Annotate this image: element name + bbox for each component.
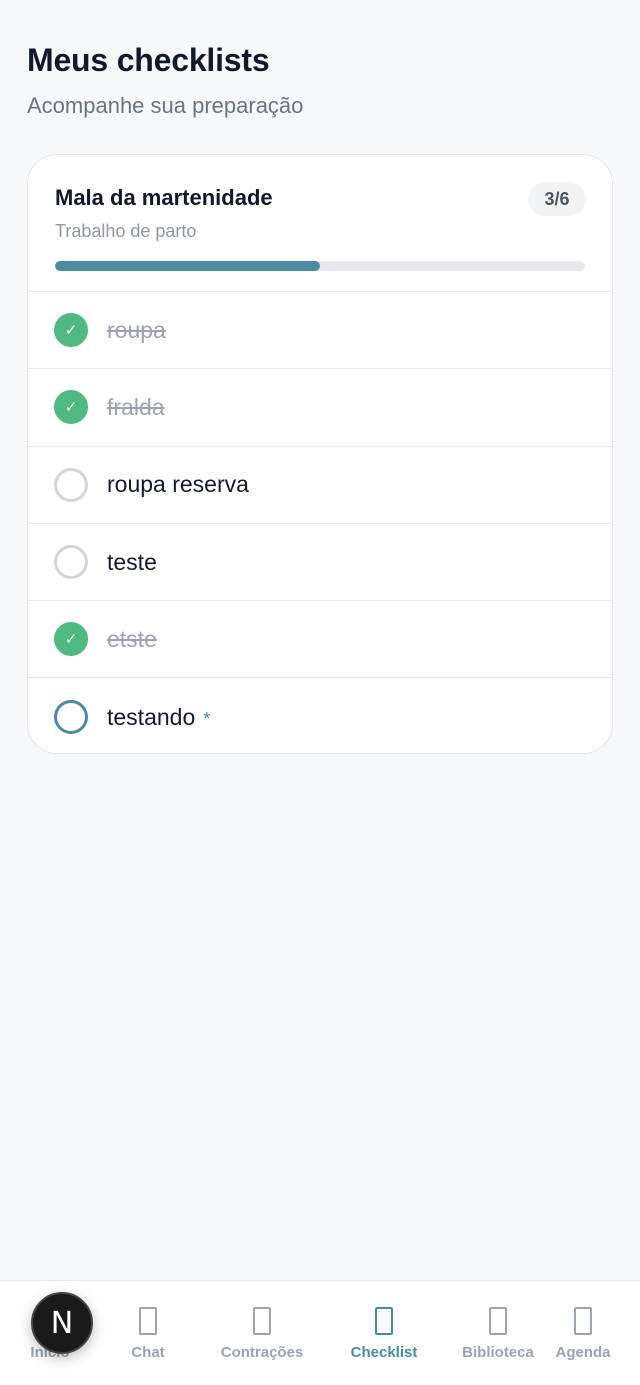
- checklist-item[interactable]: teste: [28, 524, 612, 602]
- checkbox[interactable]: ✓: [54, 390, 88, 425]
- checklist-item[interactable]: testando *: [28, 678, 612, 753]
- floating-action-button[interactable]: N: [31, 1292, 93, 1354]
- nav-item-chat[interactable]: Chat: [93, 1307, 203, 1361]
- checklist-item[interactable]: ✓ etste: [28, 601, 612, 679]
- checklist-card-header[interactable]: Mala da martenidade Trabalho de parto 3/…: [28, 155, 612, 292]
- checkbox[interactable]: ✓: [54, 313, 88, 348]
- page-title: Meus checklists: [27, 42, 270, 78]
- nav-item-agenda[interactable]: Agenda: [528, 1307, 638, 1361]
- checkbox[interactable]: [54, 467, 88, 502]
- nav-label: Agenda: [555, 1344, 611, 1361]
- checklist-title: Mala da martenidade: [55, 185, 273, 210]
- bottom-nav: Início Chat Contrações Checklist Bibliot…: [0, 1280, 640, 1385]
- nav-item-contracoes[interactable]: Contrações: [207, 1307, 317, 1361]
- nav-label: Checklist: [350, 1344, 418, 1361]
- checklist-item-label: fralda: [107, 393, 165, 420]
- checkbox[interactable]: ✓: [54, 622, 88, 657]
- chat-icon: [139, 1307, 157, 1335]
- book-icon: [489, 1307, 507, 1335]
- nav-label: Biblioteca: [462, 1344, 534, 1361]
- checklist-icon: [375, 1307, 393, 1335]
- nav-label: Contrações: [220, 1344, 304, 1361]
- checklist-item-label: etste: [107, 625, 157, 652]
- checklist-card: Mala da martenidade Trabalho de parto 3/…: [27, 154, 613, 754]
- progress-bar-fill: [55, 261, 320, 271]
- page-subtitle: Acompanhe sua preparação: [27, 93, 304, 118]
- checklist-item[interactable]: roupa reserva: [28, 447, 612, 524]
- checklist-item[interactable]: ✓ roupa: [28, 292, 612, 370]
- calendar-icon: [574, 1307, 592, 1335]
- checklist-item-label: roupa reserva: [107, 471, 249, 498]
- nav-label: Chat: [131, 1344, 165, 1361]
- progress-count-badge: 3/6: [528, 182, 586, 216]
- checklist-item-label: roupa: [107, 316, 166, 343]
- progress-bar: [55, 261, 585, 271]
- timer-icon: [253, 1307, 271, 1335]
- checklist-subtitle: Trabalho de parto: [55, 221, 197, 241]
- page-header: Meus checklists Acompanhe sua preparação: [27, 42, 303, 119]
- checkbox[interactable]: [54, 545, 88, 580]
- nav-item-checklist[interactable]: Checklist: [329, 1307, 439, 1361]
- required-mark: *: [203, 708, 211, 729]
- checklist-item[interactable]: ✓ fralda: [28, 369, 612, 447]
- checkbox[interactable]: [54, 700, 88, 735]
- checklist-item-label: teste: [107, 548, 157, 575]
- checklist-item-label: testando *: [107, 703, 211, 730]
